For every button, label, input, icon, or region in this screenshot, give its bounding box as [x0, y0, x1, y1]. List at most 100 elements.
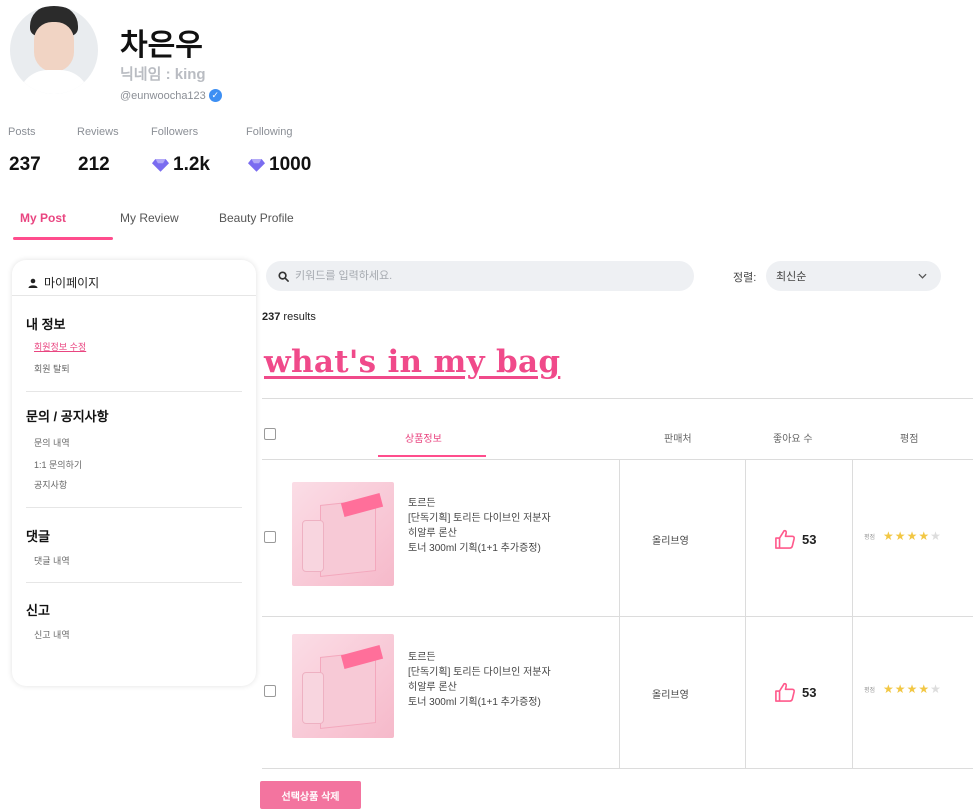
avatar-face — [34, 22, 74, 72]
sidebar-divider — [26, 391, 242, 392]
sidebar-item-one-to-one[interactable]: 1:1 문의하기 — [34, 458, 82, 471]
table-top-border — [262, 398, 973, 399]
column-divider — [852, 460, 853, 768]
select-all-checkbox[interactable] — [264, 428, 276, 440]
stat-reviews-value: 212 — [78, 154, 110, 176]
results-number: 237 — [262, 311, 281, 323]
bag-title: what's in my bag — [264, 344, 561, 380]
product-brand: 토르든 — [408, 498, 436, 509]
product-seller: 올리브영 — [652, 690, 689, 701]
sidebar-header-divider — [12, 295, 256, 296]
diamond-icon — [248, 159, 265, 172]
tab-my-review[interactable]: My Review — [120, 211, 179, 225]
search-bar[interactable] — [266, 261, 694, 291]
product-name-line: 히알루 론산 — [408, 528, 457, 539]
sidebar-section-inquiry: 문의 / 공지사항 — [26, 409, 109, 424]
stat-reviews-label: Reviews — [77, 126, 119, 138]
row-checkbox[interactable] — [264, 685, 276, 697]
sidebar-item-report-history[interactable]: 신고 내역 — [34, 628, 70, 641]
table-row-border — [262, 768, 973, 769]
product-seller: 올리브영 — [652, 536, 689, 547]
product-rating: 평점 ★★★★★ — [864, 529, 942, 543]
stat-followers-number: 1.2k — [173, 154, 210, 175]
like-count-number: 53 — [802, 531, 817, 547]
product-thumbnail[interactable] — [292, 634, 394, 738]
product-bottle-shape — [302, 520, 324, 572]
sidebar-item-withdraw[interactable]: 회원 탈퇴 — [34, 362, 70, 375]
rating-label: 평점 — [864, 534, 876, 541]
stat-following-number: 1000 — [269, 154, 312, 175]
stat-posts-number: 237 — [9, 154, 41, 175]
sidebar-header: 마이페이지 — [28, 274, 99, 291]
diamond-icon — [152, 159, 169, 172]
sidebar-section-report: 신고 — [26, 603, 50, 618]
sidebar-item-inquiry-history[interactable]: 문의 내역 — [34, 436, 70, 449]
product-name-line: 토너 300ml 기획(1+1 추가증정) — [408, 543, 541, 554]
product-name[interactable]: 토르든 [단독기획] 토리든 다이브인 저분자 히알루 론산 토너 300ml … — [408, 496, 551, 556]
sidebar-section-my-info: 내 정보 — [26, 317, 66, 332]
sidebar-item-comment-history[interactable]: 댓글 내역 — [34, 554, 70, 567]
like-count[interactable]: 53 — [774, 682, 816, 702]
column-header-active-indicator — [378, 455, 486, 457]
stat-followers-label[interactable]: Followers — [151, 126, 198, 138]
column-divider — [619, 460, 620, 768]
product-brand: 토르든 — [408, 652, 436, 663]
rating-stars-icon: ★★★★★ — [883, 682, 942, 696]
sort-label: 정렬: — [733, 272, 757, 284]
sidebar-divider — [26, 507, 242, 508]
stat-following-value[interactable]: 1000 — [248, 154, 311, 176]
product-name-line: [단독기획] 토리든 다이브인 저분자 — [408, 513, 551, 524]
stat-reviews-number: 212 — [78, 154, 110, 175]
profile-handle-text: @eunwoocha123 — [120, 89, 206, 102]
sidebar-header-label: 마이페이지 — [44, 276, 100, 290]
tab-beauty-profile[interactable]: Beauty Profile — [219, 211, 294, 225]
rating-label: 평점 — [864, 687, 876, 694]
product-thumbnail[interactable] — [292, 482, 394, 586]
thumbs-up-icon — [775, 682, 796, 702]
product-bottle-shape — [302, 672, 324, 724]
results-suffix: results — [280, 311, 316, 323]
table-header-border — [262, 459, 973, 460]
column-header-product-info[interactable]: 상품정보 — [405, 430, 442, 445]
row-checkbox[interactable] — [264, 531, 276, 543]
product-name[interactable]: 토르든 [단독기획] 토리든 다이브인 저분자 히알루 론산 토너 300ml … — [408, 650, 551, 710]
product-rating: 평점 ★★★★★ — [864, 682, 942, 696]
like-count-number: 53 — [802, 684, 817, 700]
sidebar-section-comments: 댓글 — [26, 529, 50, 544]
search-input[interactable] — [295, 270, 675, 282]
rating-stars-icon: ★★★★★ — [883, 529, 942, 543]
column-divider — [745, 460, 746, 768]
active-tab-indicator — [13, 237, 113, 240]
stat-posts-value: 237 — [9, 154, 41, 176]
stat-following-label[interactable]: Following — [246, 126, 292, 138]
stat-followers-value[interactable]: 1.2k — [152, 154, 210, 176]
delete-selected-button[interactable]: 선택상품 삭제 — [260, 781, 361, 809]
verified-icon: ✓ — [208, 89, 222, 102]
sidebar-item-edit-profile[interactable]: 회원정보 수정 — [34, 340, 86, 353]
profile-name: 차은우 — [120, 29, 203, 62]
product-name-line: 히알루 론산 — [408, 682, 457, 693]
results-count: 237 results — [262, 311, 316, 323]
avatar-shirt — [18, 70, 90, 94]
chevron-down-icon — [918, 273, 927, 279]
column-header-rating: 평점 — [900, 434, 919, 445]
stat-posts-label: Posts — [8, 126, 36, 138]
sort-selected-value: 최신순 — [776, 271, 807, 283]
tab-my-post[interactable]: My Post — [20, 211, 66, 225]
sidebar-divider — [26, 582, 242, 583]
like-count[interactable]: 53 — [774, 529, 816, 549]
column-header-likes: 좋아요 수 — [773, 434, 813, 445]
profile-nickname: 닉네임 : king — [120, 66, 206, 83]
thumbs-up-icon — [775, 529, 796, 549]
sidebar-item-notice[interactable]: 공지사항 — [34, 478, 67, 491]
table-row-border — [262, 616, 973, 617]
product-name-line: [단독기획] 토리든 다이브인 저분자 — [408, 667, 551, 678]
column-header-seller: 판매처 — [664, 434, 692, 445]
search-icon — [278, 270, 289, 282]
profile-handle: @eunwoocha123 ✓ — [120, 89, 222, 102]
user-icon — [28, 278, 38, 288]
sidebar: 마이페이지 내 정보 회원정보 수정 회원 탈퇴 문의 / 공지사항 문의 내역… — [12, 260, 256, 686]
sort-select[interactable]: 최신순 — [766, 261, 941, 291]
profile-avatar[interactable] — [10, 6, 98, 94]
product-name-line: 토너 300ml 기획(1+1 추가증정) — [408, 697, 541, 708]
